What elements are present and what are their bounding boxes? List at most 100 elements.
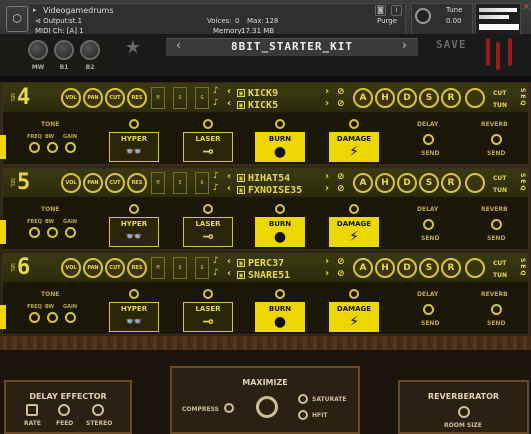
favorite-star-icon[interactable]: ★ <box>116 34 150 62</box>
pan-knob[interactable]: PAN <box>83 173 103 193</box>
fx-amount-knob[interactable] <box>129 119 139 129</box>
pitch-knob[interactable] <box>465 258 485 278</box>
random-icon[interactable]: ⊘ <box>337 269 345 279</box>
output-value[interactable]: st.1 <box>69 17 82 25</box>
sample-name[interactable]: KICK9 <box>248 88 278 99</box>
next-sample-icon[interactable]: › <box>325 98 329 109</box>
env-h-knob[interactable]: H <box>375 173 395 193</box>
b2-knob[interactable] <box>80 40 100 60</box>
prev-kit-icon[interactable]: ‹ <box>176 38 181 52</box>
random-icon[interactable]: ⊘ <box>337 87 345 97</box>
res-knob[interactable]: RES <box>127 258 147 278</box>
close-icon[interactable]: ✕ <box>522 2 530 13</box>
fx-amount-knob[interactable] <box>129 289 139 299</box>
next-sample-icon[interactable]: › <box>325 86 329 97</box>
delay-stereo-knob[interactable] <box>92 404 104 416</box>
env-a-knob[interactable]: A <box>353 258 373 278</box>
sample-name[interactable]: SNARE51 <box>248 270 290 281</box>
note-icon[interactable]: ♪ <box>213 86 219 96</box>
eq-freq-knob[interactable] <box>29 227 40 238</box>
sample-name[interactable]: FXNOISE35 <box>248 185 302 196</box>
env-a-knob[interactable]: A <box>353 173 373 193</box>
group-toggle[interactable]: G <box>195 87 209 109</box>
tune-knob[interactable] <box>415 8 431 24</box>
mw-knob[interactable] <box>28 40 48 60</box>
fx-amount-knob[interactable] <box>129 204 139 214</box>
track-select-icon[interactable]: SEL <box>7 257 15 279</box>
track-select-icon[interactable]: SEL <box>7 172 15 194</box>
cut-knob[interactable]: CUT <box>105 88 125 108</box>
vol-knob[interactable]: VOL <box>61 173 81 193</box>
instrument-name[interactable]: Videogamedrums <box>43 6 114 15</box>
note-icon[interactable]: ♪ <box>213 183 219 193</box>
eq-gain-knob[interactable] <box>65 142 76 153</box>
camera-icon[interactable]: ◙ <box>375 5 386 16</box>
fx-amount-knob[interactable] <box>349 119 359 129</box>
next-kit-icon[interactable]: › <box>402 38 407 52</box>
eq-freq-knob[interactable] <box>29 142 40 153</box>
solo-toggle[interactable]: S <box>173 257 187 279</box>
next-sample-icon[interactable]: › <box>325 183 329 194</box>
env-r-knob[interactable]: R <box>441 88 461 108</box>
fx-burn-button[interactable]: BURN ● <box>255 132 305 162</box>
purge-button[interactable]: Purge <box>377 17 397 25</box>
fx-amount-knob[interactable] <box>203 289 213 299</box>
env-s-knob[interactable]: S <box>419 88 439 108</box>
group-toggle[interactable]: G <box>195 172 209 194</box>
note-icon[interactable]: ♪ <box>213 256 219 266</box>
random-icon[interactable]: ⊘ <box>337 99 345 109</box>
env-h-knob[interactable]: H <box>375 258 395 278</box>
fx-damage-button[interactable]: DAMAGE ⚡ <box>329 132 379 162</box>
sample-name[interactable]: HIHAT54 <box>248 173 290 184</box>
fx-burn-button[interactable]: BURN ● <box>255 217 305 247</box>
env-h-knob[interactable]: H <box>375 88 395 108</box>
cut-knob[interactable]: CUT <box>105 173 125 193</box>
fx-amount-knob[interactable] <box>275 204 285 214</box>
sample-lock-icon[interactable]: ▣ <box>237 89 245 97</box>
note-icon[interactable]: ♪ <box>213 171 219 181</box>
pan-knob[interactable]: PAN <box>83 88 103 108</box>
env-d-knob[interactable]: D <box>397 88 417 108</box>
env-r-knob[interactable]: R <box>441 173 461 193</box>
sample-name[interactable]: KICK5 <box>248 100 278 111</box>
group-toggle[interactable]: G <box>195 257 209 279</box>
fx-burn-button[interactable]: BURN ● <box>255 302 305 332</box>
fx-laser-button[interactable]: LASER ⊸ <box>183 302 233 332</box>
prev-sample-icon[interactable]: ‹ <box>227 86 231 97</box>
env-r-knob[interactable]: R <box>441 258 461 278</box>
prev-sample-icon[interactable]: ‹ <box>227 268 231 279</box>
delay-send-knob[interactable] <box>423 134 434 145</box>
res-knob[interactable]: RES <box>127 173 147 193</box>
fx-amount-knob[interactable] <box>349 204 359 214</box>
vol-knob[interactable]: VOL <box>61 88 81 108</box>
room-size-knob[interactable] <box>458 406 470 418</box>
prev-sample-icon[interactable]: ‹ <box>227 256 231 267</box>
reverb-send-knob[interactable] <box>491 134 502 145</box>
eq-bw-knob[interactable] <box>47 312 58 323</box>
fx-amount-knob[interactable] <box>275 289 285 299</box>
vol-knob[interactable]: VOL <box>61 258 81 278</box>
fx-laser-button[interactable]: LASER ⊸ <box>183 217 233 247</box>
fx-amount-knob[interactable] <box>275 119 285 129</box>
env-s-knob[interactable]: S <box>419 258 439 278</box>
note-icon[interactable]: ♪ <box>213 268 219 278</box>
sample-lock-icon[interactable]: ▣ <box>237 186 245 194</box>
eq-gain-knob[interactable] <box>65 227 76 238</box>
pitch-knob[interactable] <box>465 88 485 108</box>
sample-lock-icon[interactable]: ▣ <box>237 259 245 267</box>
fx-amount-knob[interactable] <box>349 289 359 299</box>
track-select-icon[interactable]: SEL <box>7 87 15 109</box>
prev-sample-icon[interactable]: ‹ <box>227 183 231 194</box>
mute-toggle[interactable]: M <box>151 87 165 109</box>
env-a-knob[interactable]: A <box>353 88 373 108</box>
cut-knob[interactable]: CUT <box>105 258 125 278</box>
fx-laser-button[interactable]: LASER ⊸ <box>183 132 233 162</box>
env-s-knob[interactable]: S <box>419 173 439 193</box>
env-d-knob[interactable]: D <box>397 173 417 193</box>
fx-amount-knob[interactable] <box>203 204 213 214</box>
delay-rate-icon[interactable] <box>26 404 38 416</box>
pitch-knob[interactable] <box>465 173 485 193</box>
b1-knob[interactable] <box>54 40 74 60</box>
save-button[interactable]: SAVE <box>436 38 467 51</box>
max-value[interactable]: 128 <box>265 17 278 25</box>
